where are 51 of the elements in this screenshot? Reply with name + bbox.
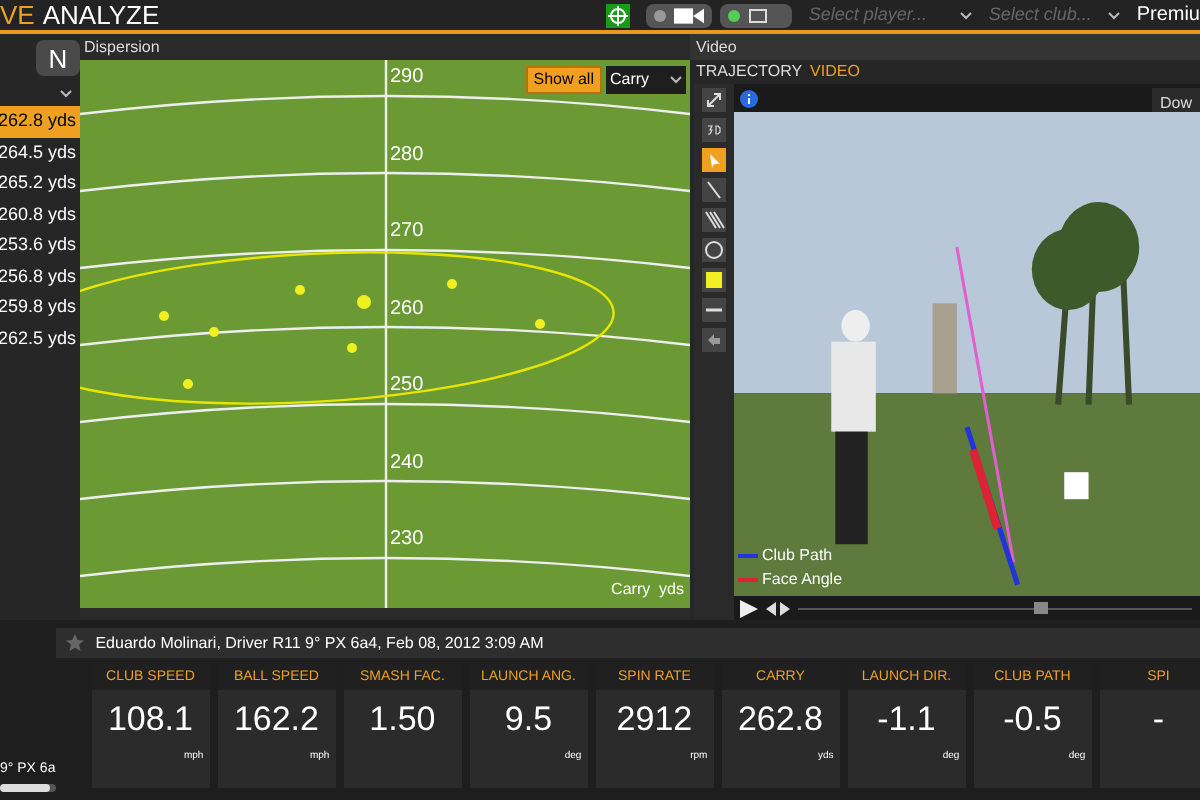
metric-value: 1.50 [367,698,438,742]
distance-label: 260 [390,299,424,319]
metric-value: 2912 [614,698,695,742]
panel-title: Dispersion [82,36,162,60]
account-label[interactable]: Premiu [1136,0,1200,30]
three-d-icon[interactable] [702,118,726,142]
panel-title: Video [690,34,1200,60]
color-swatch-icon[interactable] [702,268,726,292]
metric-value: - [1150,698,1167,742]
metric-value: 162.2 [231,698,321,742]
monitor-toggle[interactable] [720,3,793,27]
metric-select[interactable]: Carry [606,66,686,94]
undo-icon[interactable] [702,328,726,352]
distance-label: 230 [390,530,424,550]
metric-value: 9.5 [502,698,555,742]
shot-info: Eduardo Molinari, Driver R11 9° PX 6a4, Feb 08, 2012 3:09 AM [95,631,544,655]
axis-label: Carry yds [611,578,684,602]
legend-label: Club Path [762,544,833,568]
star-icon[interactable] [65,634,84,652]
chevron-icon[interactable] [670,76,682,84]
circle-icon[interactable] [702,238,726,262]
distance-label: 270 [390,222,424,242]
scrubber-thumb[interactable] [1034,601,1049,613]
monitor-icon [748,7,769,23]
metric-value: 262.8 [735,698,825,742]
chevron-icon[interactable] [1108,11,1121,19]
distance-label: 280 [390,145,424,165]
distance-label: 290 [390,68,424,88]
lines-icon[interactable] [702,208,726,232]
view-tab[interactable]: VIDEO [810,60,860,84]
letter-button[interactable]: N [36,40,80,76]
target-icon[interactable] [606,3,631,27]
distance-label: 240 [390,453,424,473]
nav-tab[interactable]: VE [0,2,35,28]
metric-value: 108.1 [105,698,195,742]
metric-value: -0.5 [1001,698,1064,742]
show-all-button[interactable]: Show all [525,66,602,94]
line-icon[interactable] [702,178,726,202]
step-icon[interactable] [766,601,790,615]
info-icon[interactable] [740,89,758,107]
metric-value: -1.1 [875,698,938,742]
nav-tab[interactable]: ANALYZE [42,2,160,28]
chevron-icon[interactable] [960,11,973,19]
chevron-icon[interactable] [60,90,72,98]
legend-label: Face Angle [762,568,843,592]
camera-toggle[interactable] [646,3,713,27]
expand-icon[interactable] [702,88,726,112]
view-tab[interactable]: TRAJECTORY [696,60,803,84]
minus-icon[interactable] [702,298,726,322]
distance-label: 250 [390,376,424,396]
video-camera-icon [674,7,705,23]
